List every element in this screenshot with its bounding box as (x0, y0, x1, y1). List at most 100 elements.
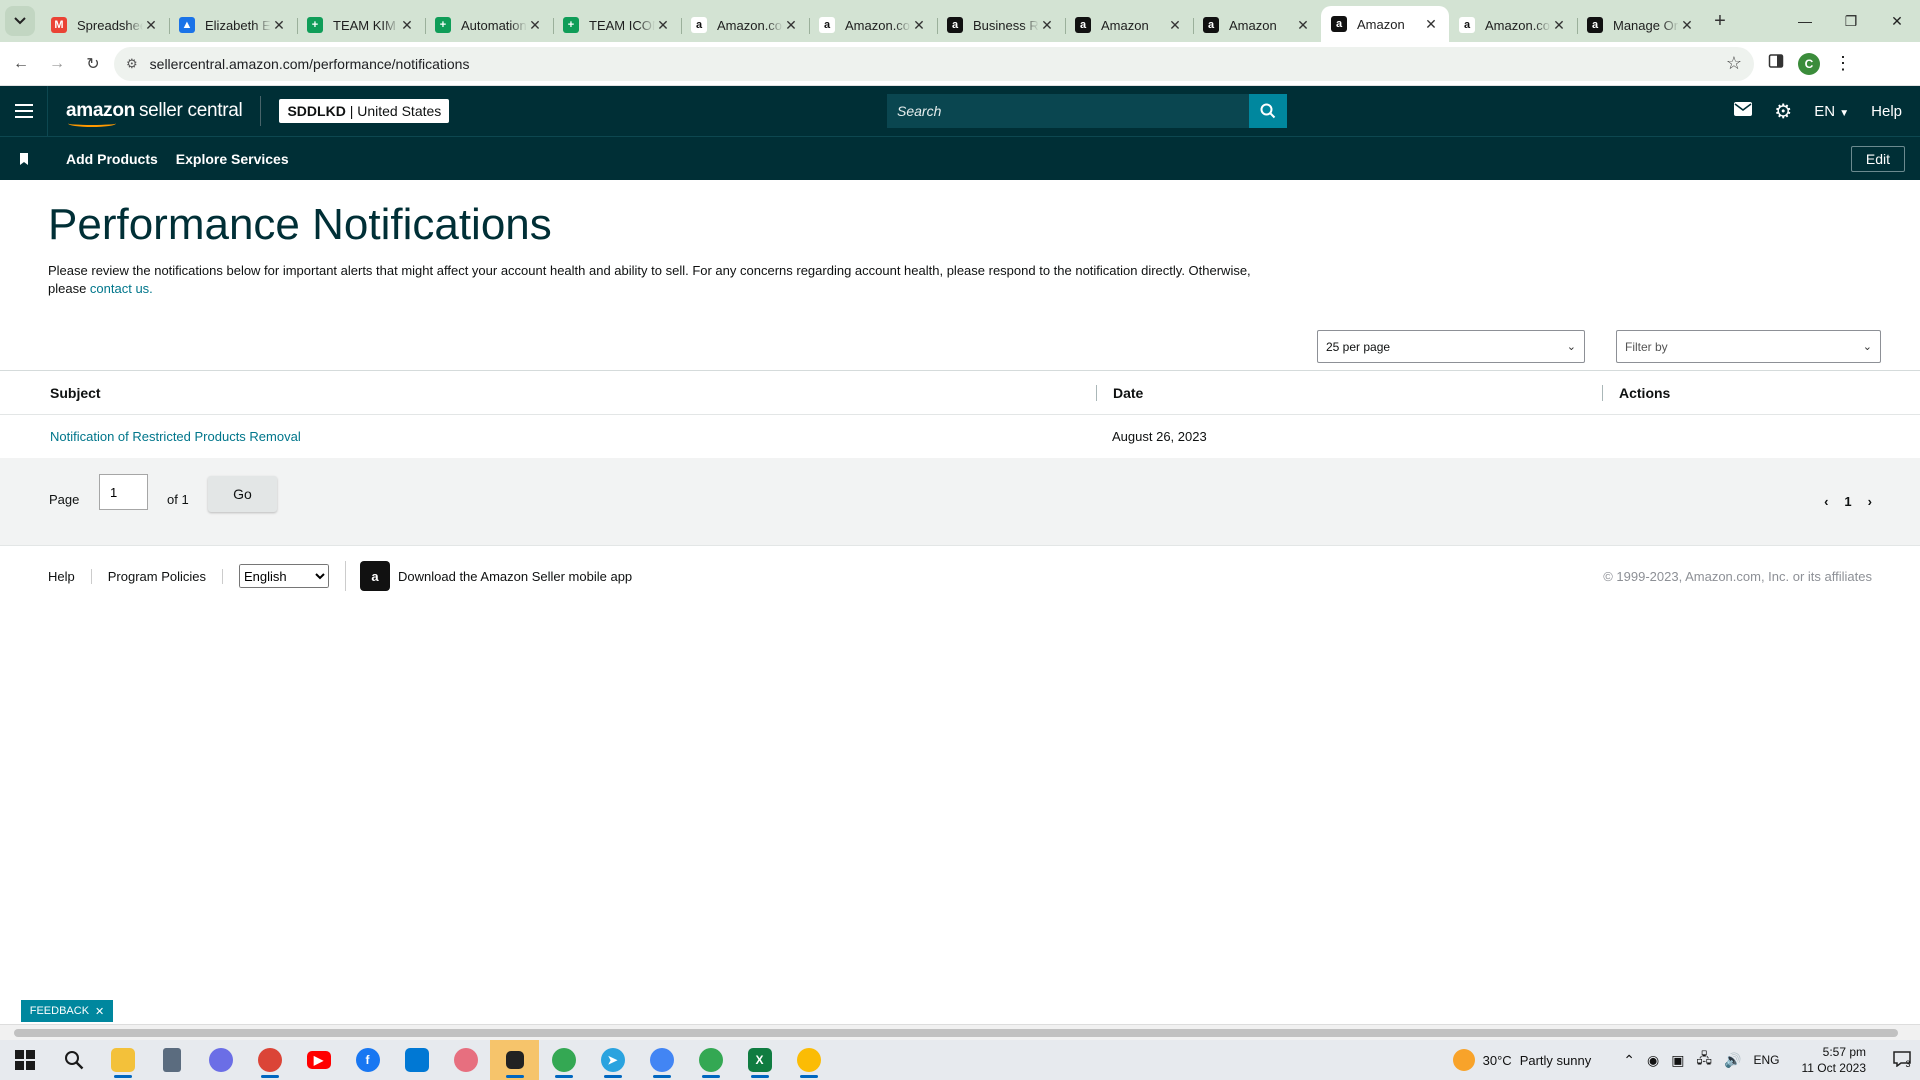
tab-close-icon[interactable]: ✕ (655, 17, 671, 34)
account-switcher[interactable]: SDDLKD | United States (279, 99, 450, 123)
tab-search-button[interactable] (5, 6, 35, 36)
explore-services-link[interactable]: Explore Services (176, 151, 289, 167)
tab-close-icon[interactable]: ✕ (527, 17, 543, 34)
browser-tab[interactable]: a Business Reports✕ (937, 8, 1065, 42)
header-divider (260, 96, 262, 126)
settings-gear-icon[interactable]: ⚙ (1774, 99, 1792, 124)
browser-tab[interactable]: a Amazon.com✕ (809, 8, 937, 42)
sticky-notes-icon[interactable] (490, 1040, 539, 1080)
tab-close-icon[interactable]: ✕ (1295, 17, 1311, 34)
chrome-profile-icon[interactable] (637, 1040, 686, 1080)
telegram-icon[interactable]: ➤ (588, 1040, 637, 1080)
browser-tab[interactable]: a Amazon ✕ (1321, 6, 1449, 42)
tab-close-icon[interactable]: ✕ (143, 17, 159, 34)
tab-close-icon[interactable]: ✕ (1423, 16, 1439, 33)
browser-tab[interactable]: a Amazon ✕ (1065, 8, 1193, 42)
header-subject[interactable]: Subject (0, 385, 1096, 401)
search-icon[interactable] (49, 1040, 98, 1080)
notifications-icon[interactable]: 3 (1884, 1051, 1920, 1069)
footer-help-link[interactable]: Help (0, 568, 92, 584)
browser-tab[interactable]: a Amazon ✕ (1193, 8, 1321, 42)
footer-language-select[interactable]: English (239, 564, 330, 588)
tab-close-icon[interactable]: ✕ (911, 17, 927, 34)
browser-tab[interactable]: a Manage Orders✕ (1577, 8, 1705, 42)
bookmark-star-icon[interactable]: ☆ (1726, 53, 1742, 74)
volume-icon[interactable]: 🔊 (1724, 1052, 1741, 1069)
microsoft-store-icon[interactable] (392, 1040, 441, 1080)
restore-icon[interactable]: ❐ (1828, 0, 1874, 42)
calculator-icon[interactable] (147, 1040, 196, 1080)
per-page-select[interactable]: 25 per page ⌄ (1317, 330, 1585, 363)
chrome-profile-icon[interactable] (686, 1040, 735, 1080)
browser-menu-icon[interactable]: ⋮ (1834, 53, 1852, 74)
go-button[interactable]: Go (208, 476, 277, 512)
chevron-right-icon[interactable]: › (1868, 494, 1872, 509)
network-icon[interactable]: 🖧 (1696, 1048, 1712, 1072)
tab-close-icon[interactable]: ✕ (399, 17, 415, 34)
scrollbar-thumb[interactable] (14, 1029, 1898, 1037)
browser-tab[interactable]: + TEAM ICON ✕ (553, 8, 681, 42)
notification-subject-link[interactable]: Notification of Restricted Products Remo… (50, 429, 301, 444)
horizontal-scrollbar[interactable] (0, 1024, 1920, 1040)
browser-tab[interactable]: + TEAM KIM ✕ (297, 8, 425, 42)
chrome-profile-icon[interactable] (539, 1040, 588, 1080)
search-input[interactable] (887, 94, 1249, 128)
record-icon[interactable]: ◉ (1647, 1052, 1659, 1069)
chevron-up-icon[interactable]: ⌃ (1623, 1052, 1635, 1069)
tab-close-icon[interactable]: ✕ (1551, 17, 1567, 34)
language-selector[interactable]: EN ▼ (1814, 103, 1849, 120)
language-indicator[interactable]: ENG (1753, 1053, 1779, 1067)
chrome-profile-icon[interactable] (784, 1040, 833, 1080)
help-link[interactable]: Help (1871, 103, 1902, 120)
site-info-icon[interactable]: ⚙ (126, 56, 138, 72)
close-window-icon[interactable]: ✕ (1874, 0, 1920, 42)
filter-by-select[interactable]: Filter by ⌄ (1616, 330, 1881, 363)
tab-close-icon[interactable]: ✕ (1039, 17, 1055, 34)
display-icon[interactable]: ▣ (1671, 1052, 1684, 1069)
program-policies-link[interactable]: Program Policies (92, 568, 224, 584)
app-download-link[interactable]: a Download the Amazon Seller mobile app (345, 561, 632, 591)
tab-close-icon[interactable]: ✕ (1679, 17, 1695, 34)
browser-tab[interactable]: ▲ Elizabeth Ellis✕ (169, 8, 297, 42)
page-number-link[interactable]: 1 (1844, 494, 1851, 509)
search-button[interactable] (1249, 94, 1287, 128)
file-explorer-icon[interactable] (98, 1040, 147, 1080)
header-date[interactable]: Date (1096, 384, 1602, 401)
clock[interactable]: 5:57 pm 11 Oct 2023 (1802, 1044, 1867, 1076)
reload-icon[interactable]: ↻ (78, 49, 108, 79)
browser-tab[interactable]: a Amazon.com✕ (1449, 8, 1577, 42)
minimize-icon[interactable]: — (1782, 0, 1828, 42)
side-panel-icon[interactable] (1768, 53, 1784, 74)
seller-central-logo[interactable]: amazon seller central (66, 100, 243, 127)
windows-start-icon[interactable] (0, 1040, 49, 1080)
youtube-icon[interactable]: ▶ (294, 1040, 343, 1080)
close-icon[interactable]: ✕ (95, 1005, 104, 1018)
excel-icon[interactable]: X (735, 1040, 784, 1080)
address-bar[interactable]: ⚙ sellercentral.amazon.com/performance/n… (114, 46, 1754, 81)
facebook-icon[interactable]: f (343, 1040, 392, 1080)
tab-close-icon[interactable]: ✕ (271, 17, 287, 34)
feedback-button[interactable]: FEEDBACK ✕ (21, 1000, 113, 1022)
tab-close-icon[interactable]: ✕ (1167, 17, 1183, 34)
bookmark-icon[interactable] (0, 152, 48, 165)
browser-tab[interactable]: a Amazon.com✕ (681, 8, 809, 42)
tab-title: TEAM KIM (333, 17, 396, 33)
contact-us-link[interactable]: contact us. (90, 281, 153, 296)
copilot-icon[interactable] (196, 1040, 245, 1080)
forward-icon[interactable]: → (42, 49, 72, 79)
hamburger-menu-icon[interactable] (0, 86, 48, 136)
tab-close-icon[interactable]: ✕ (783, 17, 799, 34)
page-number-input[interactable] (99, 474, 148, 510)
snipping-tool-icon[interactable] (441, 1040, 490, 1080)
browser-tab[interactable]: + Automation ✕ (425, 8, 553, 42)
back-icon[interactable]: ← (6, 49, 36, 79)
edit-bookmarks-button[interactable]: Edit (1850, 145, 1905, 172)
chrome-icon[interactable] (245, 1040, 294, 1080)
new-tab-button[interactable]: + (1705, 10, 1735, 33)
profile-avatar[interactable]: C (1798, 52, 1820, 75)
add-products-link[interactable]: Add Products (66, 151, 158, 167)
chevron-left-icon[interactable]: ‹ (1824, 494, 1828, 509)
browser-tab[interactable]: M Spreadsheets✕ (41, 8, 169, 42)
mail-icon[interactable] (1734, 102, 1753, 120)
weather-widget[interactable]: 30°C Partly sunny (1452, 1049, 1591, 1071)
